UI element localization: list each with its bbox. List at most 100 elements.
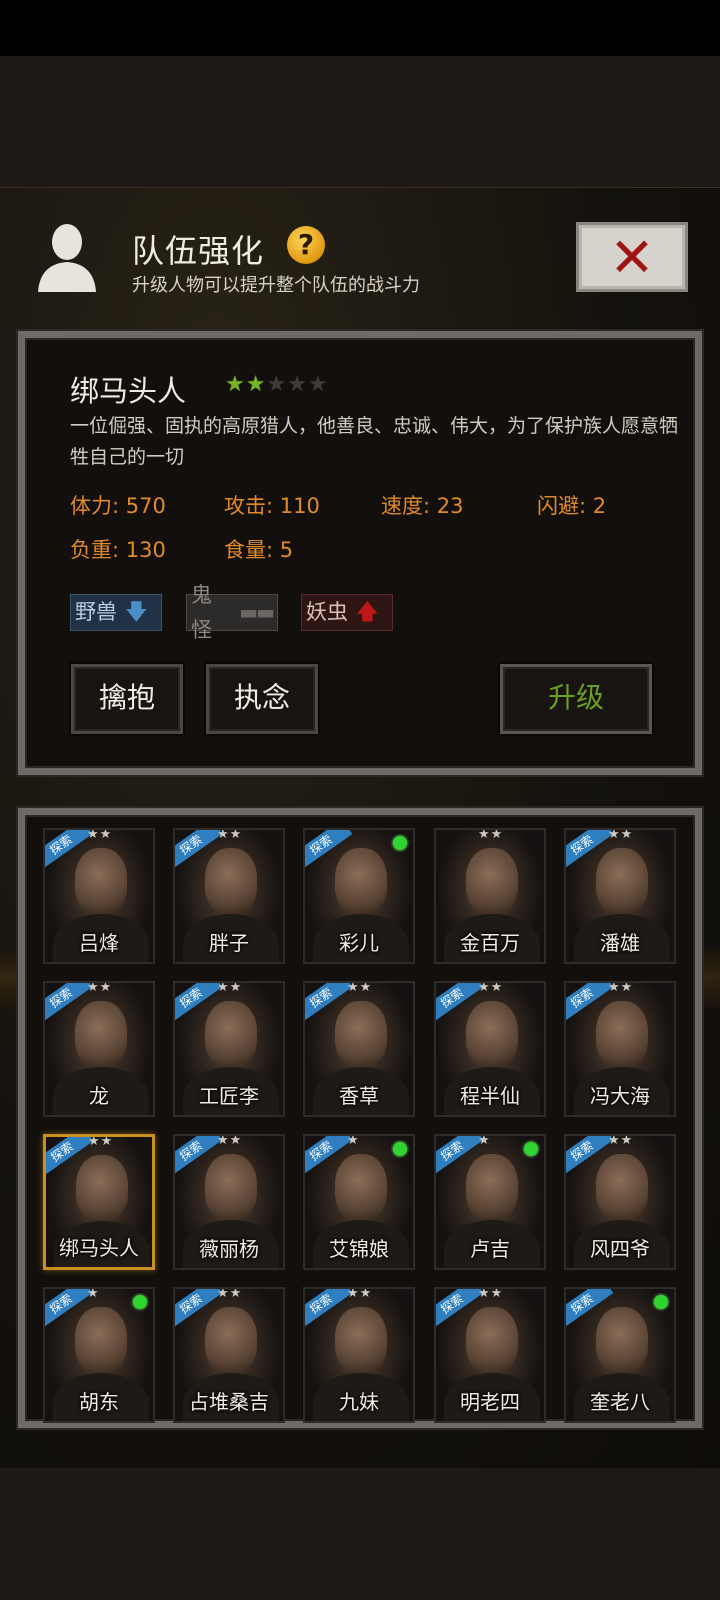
portrait-face: [75, 848, 127, 914]
portrait-face: [335, 1154, 387, 1220]
character-card[interactable]: ★★ 金百万: [434, 828, 546, 964]
portrait-face: [596, 1307, 648, 1373]
embrace-skill-button[interactable]: 擒抱: [71, 664, 183, 734]
panel-title: 队伍强化: [132, 232, 265, 270]
portrait-face: [596, 1154, 648, 1220]
character-card[interactable]: 探索 ★★ 工匠李: [173, 981, 285, 1117]
portrait-face: [596, 848, 648, 914]
character-card-name: 工匠李: [199, 1084, 259, 1108]
card-star-rating: ★★: [88, 1134, 114, 1149]
character-card[interactable]: 探索 ★★ 香草: [303, 981, 415, 1117]
team-upgrade-panel: 队伍强化 ? 升级人物可以提升整个队伍的战斗力 ✕ 绑马头人 ★★★★★ 一位倔…: [0, 187, 720, 1468]
card-star-rating: ★: [478, 1134, 491, 1148]
stat-hp: 体力: 570: [70, 494, 166, 518]
online-status-dot-icon: [393, 836, 407, 850]
upgrade-button[interactable]: 升级: [500, 664, 652, 734]
help-question-icon[interactable]: ?: [287, 226, 325, 264]
card-star-rating: ★★: [478, 828, 504, 842]
character-card-name: 薇丽杨: [199, 1237, 259, 1261]
portrait-face: [205, 1307, 257, 1373]
tag-ghost: 鬼怪 ▬▬: [186, 583, 278, 642]
status-bar-area: [0, 0, 720, 56]
star-icon: ★: [307, 372, 328, 397]
portrait-face: [335, 1307, 387, 1373]
card-star-rating: ★★: [217, 981, 243, 995]
star-icon: ★: [287, 372, 307, 397]
character-card[interactable]: 探索 彩儿: [303, 828, 415, 964]
character-card-name: 绑马头人: [59, 1236, 139, 1260]
character-card[interactable]: 探索 ★★ 吕烽: [43, 828, 155, 964]
card-star-rating: ★: [347, 1134, 360, 1148]
character-card-name: 艾锦娘: [329, 1237, 389, 1261]
character-card-name: 程半仙: [460, 1084, 520, 1108]
character-card[interactable]: 探索 ★ 卢吉: [434, 1134, 546, 1270]
tag-insect: 妖虫 🡅: [301, 594, 393, 631]
portrait-face: [75, 1307, 127, 1373]
stat-dodge: 闪避: 2: [537, 494, 607, 518]
character-card-name: 彩儿: [339, 931, 379, 955]
star-icon: ★: [225, 372, 245, 397]
character-roster-grid: 探索 ★★ 吕烽 探索 ★★ 胖子 探索 彩儿 ★★ 金百万 探索 ★★ 潘雄 探索 ★★ 龙探索 ★★ 工匠李探…: [18, 808, 702, 1428]
card-star-rating: ★★: [217, 1134, 243, 1148]
character-description: 一位倔强、固执的高原猎人，他善良、忠诚、伟大，为了保护族人愿意牺牲自己的一切: [70, 415, 679, 468]
tag-beast-label: 野兽: [75, 600, 117, 624]
tag-ghost-label: 鬼怪: [191, 582, 212, 642]
character-star-rating: ★★★★★: [225, 372, 329, 398]
portrait-face: [335, 1001, 387, 1067]
character-card[interactable]: 探索 ★★ 潘雄: [564, 828, 676, 964]
card-star-rating: ★★: [478, 1287, 504, 1301]
card-star-rating: ★★: [347, 1287, 373, 1301]
character-card-name: 冯大海: [590, 1084, 650, 1108]
close-button[interactable]: ✕: [576, 222, 688, 292]
card-star-rating: ★★: [608, 1134, 634, 1148]
card-star-rating: ★★: [608, 828, 634, 842]
character-card[interactable]: 探索 ★ 胡东: [43, 1287, 155, 1423]
close-icon: ✕: [609, 226, 655, 289]
stat-attack: 攻击: 110: [224, 494, 320, 518]
character-card[interactable]: 探索 ★★ 冯大海: [564, 981, 676, 1117]
card-star-rating: ★★: [608, 981, 634, 995]
character-card-name: 九妹: [339, 1390, 379, 1414]
character-card-name: 胖子: [209, 931, 249, 955]
character-card[interactable]: 探索 ★★ 明老四: [434, 1287, 546, 1423]
card-star-rating: ★★: [87, 981, 113, 995]
star-icon: ★: [245, 372, 266, 397]
portrait-face: [466, 1307, 518, 1373]
person-silhouette-icon: [38, 224, 96, 292]
online-status-dot-icon: [654, 1295, 668, 1309]
character-card[interactable]: 探索 ★★ 龙: [43, 981, 155, 1117]
star-icon: ★: [266, 372, 287, 397]
character-card-name: 潘雄: [600, 931, 640, 955]
stat-load: 负重: 130: [70, 538, 166, 562]
tag-insect-label: 妖虫: [306, 600, 348, 624]
panel-subtitle: 升级人物可以提升整个队伍的战斗力: [132, 275, 420, 296]
character-card[interactable]: 探索 ★★ 薇丽杨: [173, 1134, 285, 1270]
character-card[interactable]: 探索 ★★ 胖子: [173, 828, 285, 964]
obsession-skill-button[interactable]: 执念: [206, 664, 318, 734]
character-card-name: 吕烽: [79, 931, 119, 955]
character-card[interactable]: 探索 ★★ 九妹: [303, 1287, 415, 1423]
portrait-face: [75, 1001, 127, 1067]
stat-speed: 速度: 23: [381, 494, 464, 518]
character-card[interactable]: 探索 ★★ 绑马头人: [43, 1134, 155, 1270]
character-card[interactable]: 探索 ★★ 风四爷: [564, 1134, 676, 1270]
character-card[interactable]: 探索 ★ 艾锦娘: [303, 1134, 415, 1270]
portrait-face: [205, 1001, 257, 1067]
portrait-face: [466, 1154, 518, 1220]
card-star-rating: ★: [87, 1287, 100, 1301]
arrow-up-icon: 🡅: [356, 600, 379, 625]
character-card-name: 香草: [339, 1084, 379, 1108]
online-status-dot-icon: [524, 1142, 538, 1156]
portrait-face: [596, 1001, 648, 1067]
stat-food: 食量: 5: [224, 538, 294, 562]
character-info-box: 绑马头人 ★★★★★ 一位倔强、固执的高原猎人，他善良、忠诚、伟大，为了保护族人…: [18, 331, 702, 775]
portrait-face: [466, 848, 518, 914]
arrow-down-icon: 🡇: [125, 600, 148, 625]
card-star-rating: ★★: [478, 981, 504, 995]
character-card[interactable]: 探索 奎老八: [564, 1287, 676, 1423]
character-card[interactable]: 探索 ★★ 占堆桑吉: [173, 1287, 285, 1423]
card-star-rating: ★★: [217, 828, 243, 842]
card-star-rating: ★★: [347, 981, 373, 995]
character-card[interactable]: 探索 ★★ 程半仙: [434, 981, 546, 1117]
portrait-face: [205, 1154, 257, 1220]
